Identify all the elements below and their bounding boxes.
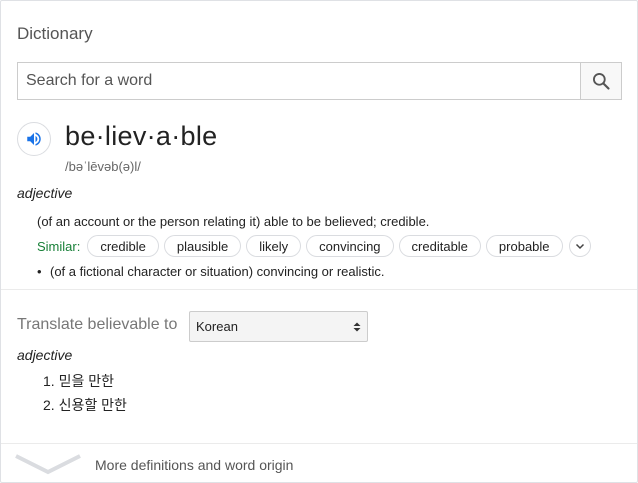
search-box [17,62,622,100]
expand-similar-button[interactable] [568,235,591,257]
translation-list: 1. 믿을 만한 2. 신용할 만한 [43,372,127,420]
similar-chip-creditable[interactable]: creditable [398,235,481,257]
definition-2: • (of a fictional character or situation)… [37,264,385,279]
more-definitions-link[interactable]: More definitions and word origin [95,457,293,473]
translation-item: 1. 믿을 만한 [43,373,114,389]
language-select-value: Korean [196,319,238,334]
similar-chip-credible[interactable]: credible [87,235,159,257]
definition-2-text: (of a fictional character or situation) … [50,264,385,279]
similar-chip-probable[interactable]: probable [485,235,563,257]
pronunciation-button[interactable] [17,122,51,156]
search-button[interactable] [580,63,621,99]
chevron-down-icon [575,243,584,250]
dictionary-card: Dictionary be·liev·a·ble /bəˈlēvəb(ə)l/ … [0,0,638,483]
similar-chip-plausible[interactable]: plausible [163,235,242,257]
similar-label: Similar: [37,238,81,254]
speaker-icon [27,132,41,146]
phonetic: /bəˈlēvəb(ə)l/ [65,159,141,174]
part-of-speech: adjective [17,185,73,201]
divider [1,443,637,444]
search-input[interactable] [18,63,580,99]
translate-label: Translate believable to [17,316,178,333]
updown-arrows-icon [353,322,361,331]
bullet-icon: • [37,264,42,279]
similar-row: Similar: credible plausible likely convi… [37,235,591,257]
divider [1,289,637,290]
similar-chip-likely[interactable]: likely [246,235,302,257]
similar-chip-convincing[interactable]: convincing [306,235,394,257]
language-select[interactable]: Korean [189,311,368,342]
card-title: Dictionary [17,24,93,43]
definition-1: (of an account or the person relating it… [37,214,430,229]
headword: be·liev·a·ble [65,121,218,151]
translation-part-of-speech: adjective [17,347,73,363]
translation-item: 2. 신용할 만한 [43,397,127,413]
search-icon [593,73,610,90]
chevron-down-icon[interactable] [15,453,81,475]
